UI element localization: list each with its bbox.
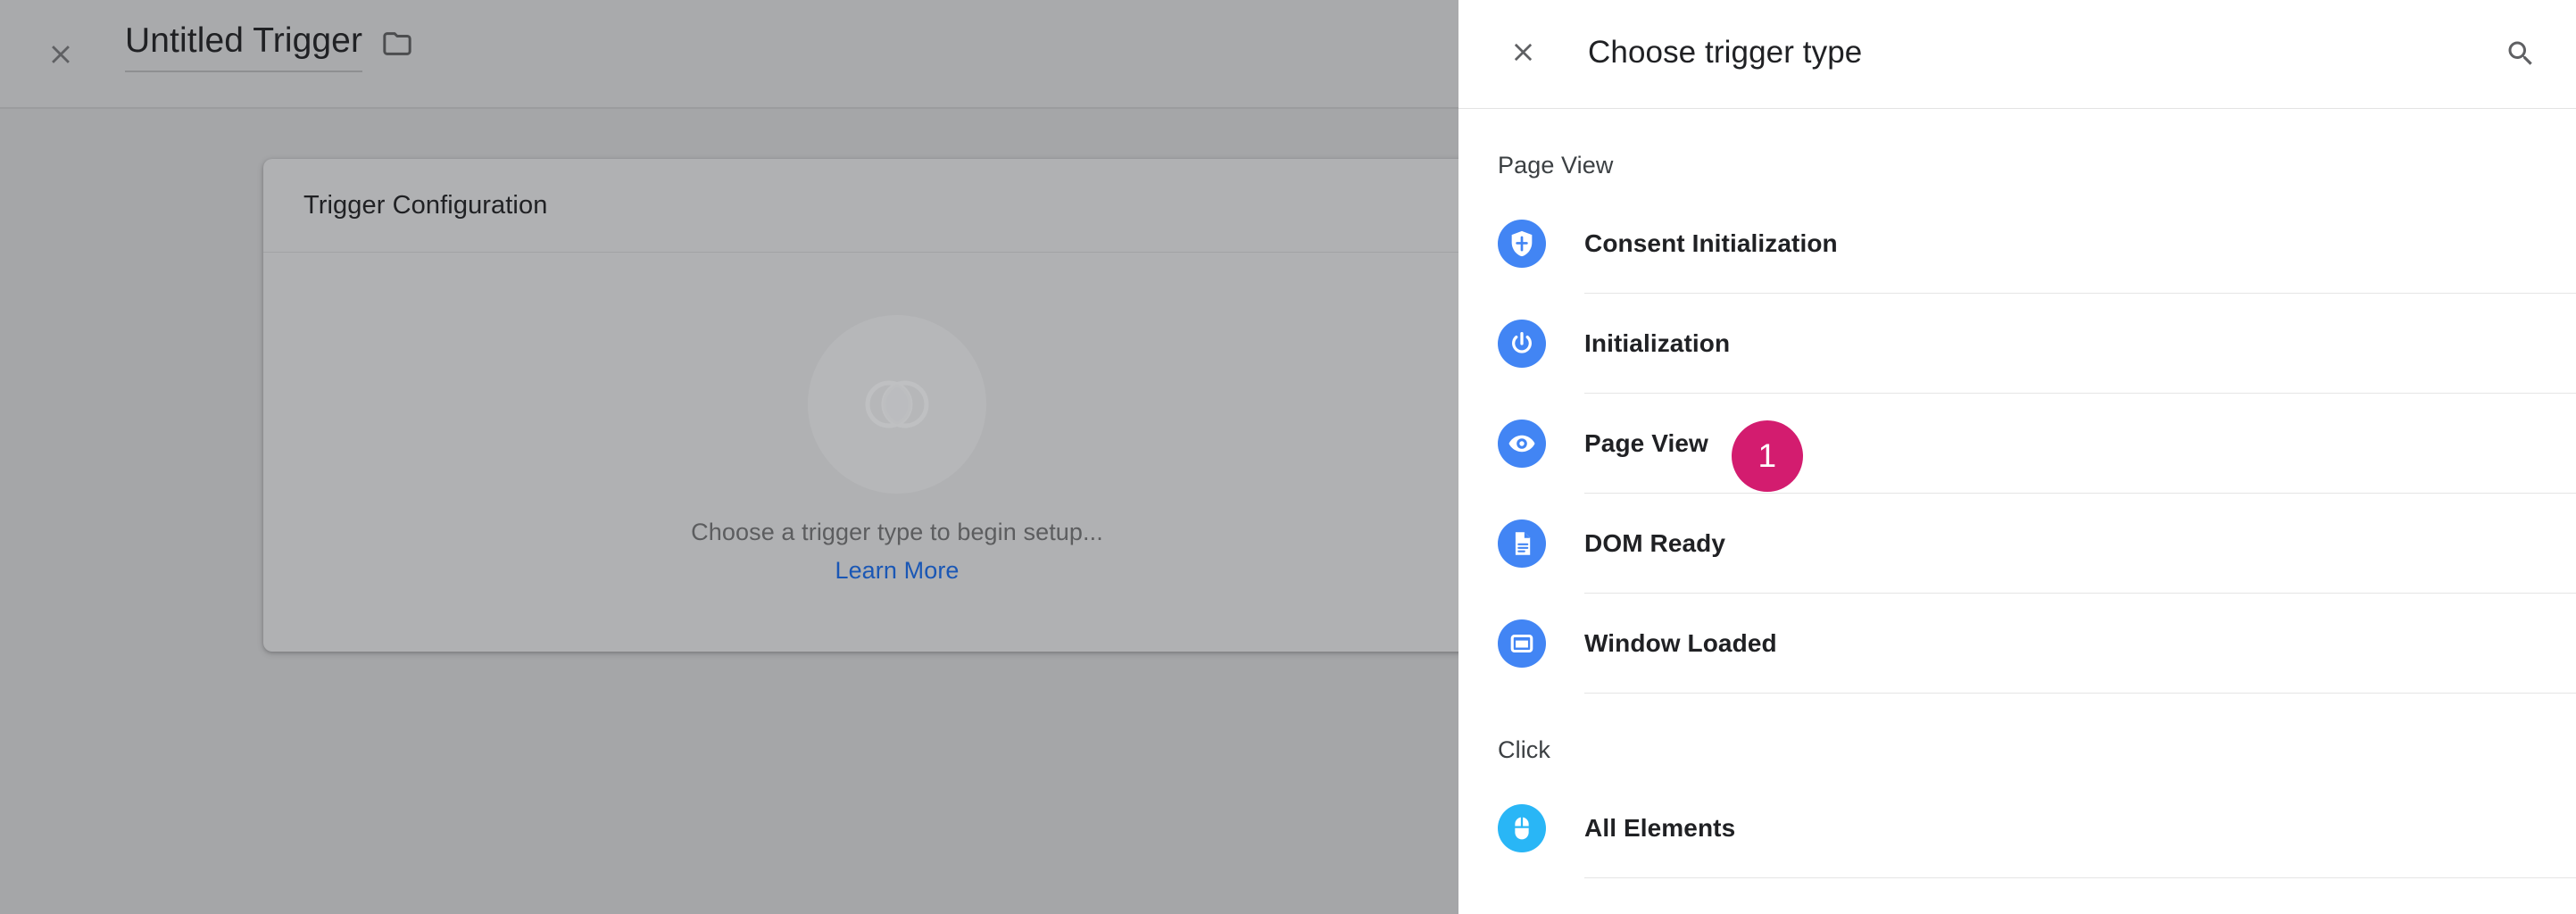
trigger-name-group: Untitled Trigger: [125, 23, 412, 72]
trigger-name-input[interactable]: Untitled Trigger: [125, 23, 363, 72]
trigger-row-page-view[interactable]: Page View: [1458, 394, 2576, 494]
shield-icon: [1498, 220, 1546, 268]
trigger-label: Page View: [1584, 429, 1708, 457]
trigger-label: Window Loaded: [1584, 629, 1777, 657]
placeholder-hint-text: Choose a trigger type to begin setup...: [691, 518, 1103, 545]
config-card-title: Trigger Configuration: [303, 190, 548, 220]
trigger-row-all-elements[interactable]: All Elements: [1458, 778, 2576, 878]
close-icon: [46, 39, 76, 70]
trigger-type-list: Page View Consent Initialization Initial…: [1458, 109, 2576, 913]
choose-trigger-type-panel: Choose trigger type Page View Consent In…: [1458, 0, 2576, 914]
row-divider: [1584, 877, 2576, 878]
step-marker-badge: 1: [1732, 420, 1803, 492]
editor-top-bar: Untitled Trigger: [0, 0, 1458, 109]
panel-header: Choose trigger type: [1458, 0, 2576, 109]
editor-close-button[interactable]: [39, 33, 82, 76]
document-icon: [1498, 519, 1546, 568]
config-card-header: Trigger Configuration: [263, 159, 1458, 253]
close-icon: [1508, 37, 1538, 71]
trigger-overlap-circles-icon: [808, 314, 986, 494]
section-header-page-view: Page View: [1498, 152, 1614, 179]
trigger-row-dom-ready[interactable]: DOM Ready: [1458, 494, 2576, 594]
trigger-configuration-card: Trigger Configuration Choose a trigger t…: [263, 159, 1458, 652]
window-icon: [1498, 619, 1546, 668]
mouse-icon: [1498, 804, 1546, 852]
panel-title: Choose trigger type: [1588, 35, 1863, 70]
eye-icon: [1498, 420, 1546, 468]
trigger-row-consent-initialization[interactable]: Consent Initialization: [1458, 194, 2576, 294]
section-header-click: Click: [1498, 736, 1550, 763]
folder-icon[interactable]: [382, 29, 412, 63]
trigger-row-initialization[interactable]: Initialization: [1458, 294, 2576, 394]
config-card-body: Choose a trigger type to begin setup... …: [263, 253, 1458, 652]
trigger-row-window-loaded[interactable]: Window Loaded: [1458, 594, 2576, 694]
trigger-label: All Elements: [1584, 814, 1736, 842]
panel-search-button[interactable]: [2497, 32, 2544, 79]
trigger-label: DOM Ready: [1584, 529, 1726, 557]
learn-more-link[interactable]: Learn More: [835, 557, 959, 585]
panel-close-button[interactable]: [1501, 33, 1544, 76]
power-icon: [1498, 320, 1546, 368]
trigger-label: Consent Initialization: [1584, 229, 1838, 257]
trigger-label: Initialization: [1584, 329, 1731, 357]
dimmed-editor-backdrop: Untitled Trigger Trigger Configuration C…: [0, 0, 1458, 914]
search-icon: [2505, 37, 2537, 74]
row-divider: [1584, 693, 2576, 694]
